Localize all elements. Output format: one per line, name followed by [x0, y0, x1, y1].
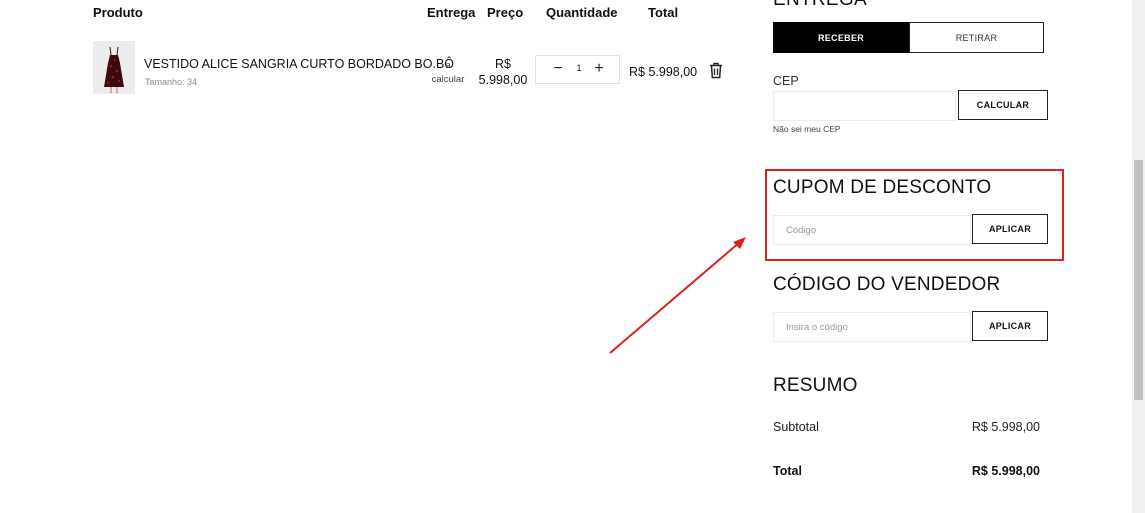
scrollbar-thumb[interactable]: [1134, 160, 1143, 400]
price-currency: R$: [495, 57, 511, 71]
header-quantity: Quantidade: [546, 5, 618, 20]
cep-input[interactable]: [773, 91, 956, 121]
dress-product-image: [93, 41, 135, 94]
header-shipping: Entrega: [427, 5, 476, 20]
product-size: Tamanho: 34: [145, 77, 198, 87]
apply-seller-code-button[interactable]: APLICAR: [972, 311, 1048, 341]
quantity-decrease-button[interactable]: −: [549, 59, 567, 79]
unknown-cep-link[interactable]: Não sei meu CEP: [773, 124, 841, 134]
summary-title: RESUMO: [773, 375, 858, 396]
trash-icon: [710, 62, 722, 79]
quantity-value: 1: [576, 63, 582, 74]
delivery-option-receive[interactable]: RECEBER: [773, 22, 909, 53]
remove-item-button[interactable]: [708, 62, 724, 79]
quantity-increase-button[interactable]: +: [590, 59, 608, 79]
coupon-highlight-box: [765, 169, 1064, 261]
seller-code-title: CÓDIGO DO VENDEDOR: [773, 274, 1001, 295]
shipping-line-2: calcular: [431, 74, 465, 85]
total-value: R$ 5.998,00: [971, 464, 1040, 478]
subtotal-value: R$ 5.998,00: [971, 420, 1040, 434]
quantity-stepper: − 1 +: [535, 55, 620, 84]
product-thumbnail[interactable]: [93, 41, 135, 94]
subtotal-label: Subtotal: [773, 420, 819, 434]
product-shipping: a calcular: [431, 59, 465, 87]
product-price: R$ 5.998,00: [478, 56, 528, 88]
header-price: Preço: [487, 5, 524, 20]
price-amount: 5.998,00: [478, 73, 528, 87]
calculate-shipping-button[interactable]: CALCULAR: [958, 90, 1048, 120]
header-product: Produto: [93, 5, 143, 20]
annotation-arrow: [609, 237, 746, 354]
seller-code-input[interactable]: [773, 312, 971, 342]
product-name[interactable]: VESTIDO ALICE SANGRIA CURTO BORDADO BO.B…: [144, 57, 454, 71]
header-total: Total: [648, 5, 679, 20]
delivery-title: ENTREGA: [773, 0, 867, 11]
total-label: Total: [773, 464, 802, 478]
delivery-option-pickup[interactable]: RETIRAR: [909, 22, 1044, 53]
cep-label: CEP: [773, 74, 799, 88]
product-line-total: R$ 5.998,00: [629, 65, 698, 79]
shipping-line-1: a: [445, 60, 451, 71]
